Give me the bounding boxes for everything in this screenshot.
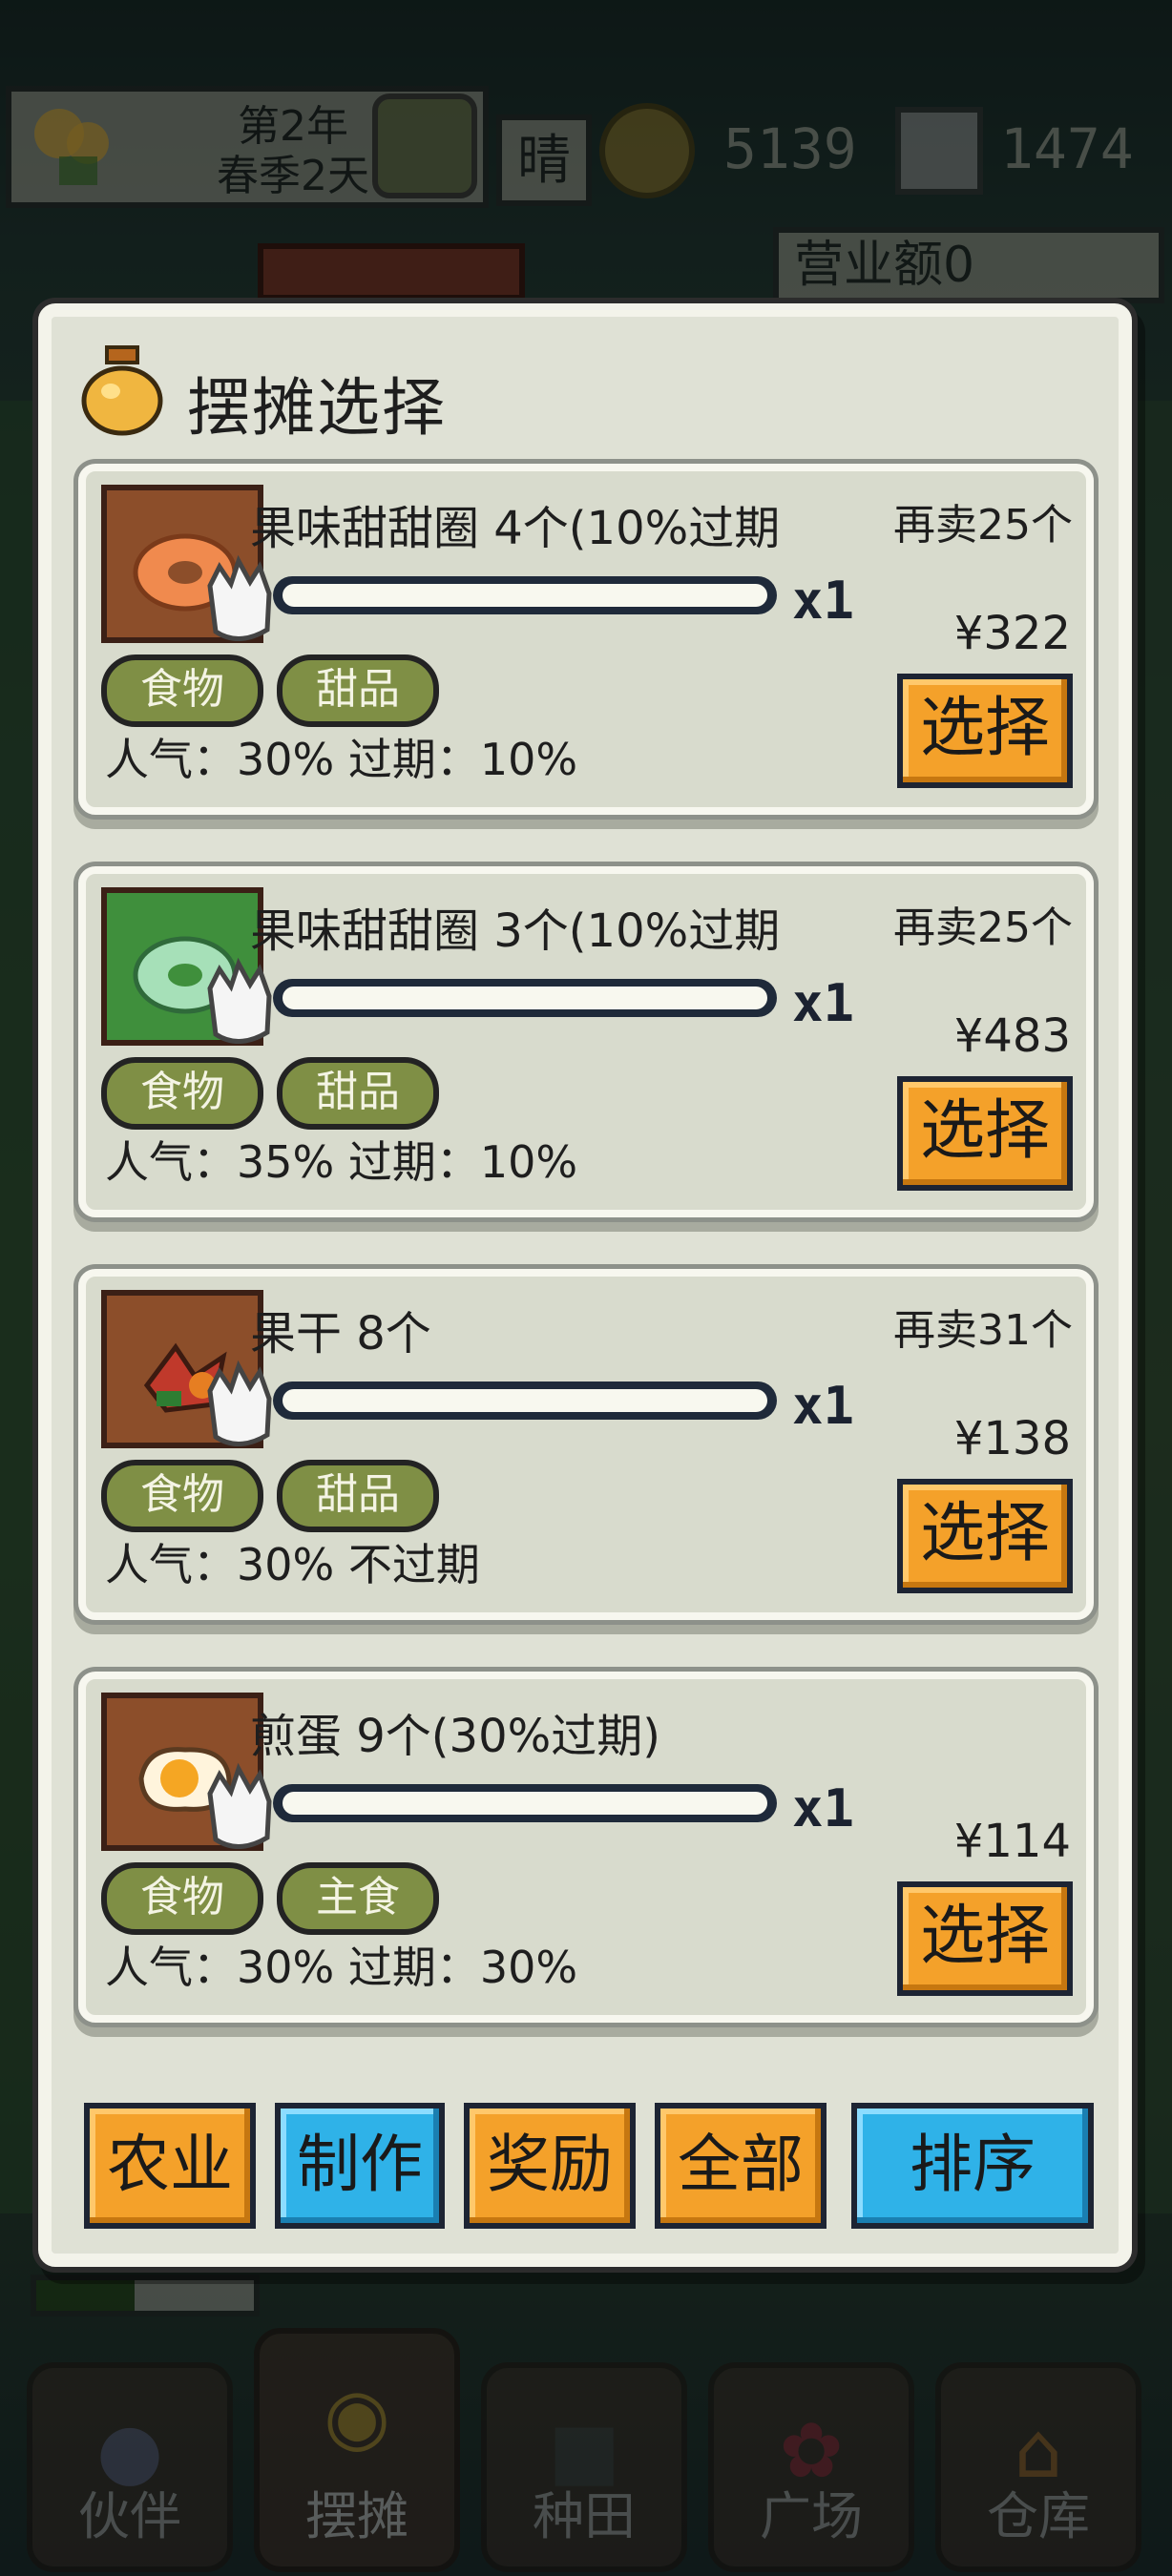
item-stats: 人气：30% 不过期 <box>105 1539 480 1590</box>
tag-food: 食物 <box>101 654 263 727</box>
filter-reward-button[interactable]: 奖励 <box>464 2103 636 2229</box>
pointer-hand-icon <box>207 554 272 641</box>
sort-button[interactable]: 排序 <box>851 2103 1094 2229</box>
resell-count: 再卖25个 <box>893 501 1073 550</box>
item-name: 煎蛋 9个(30%过期) <box>250 1710 660 1763</box>
quantity-slider[interactable] <box>273 576 777 614</box>
tag-dessert: 甜品 <box>277 1460 439 1532</box>
item-card: 果味甜甜圈 3个(10%过期 再卖25个 x1 ¥483 食物 甜品 人气：35… <box>78 866 1094 1217</box>
slider-fill <box>283 987 767 1009</box>
item-name: 果味甜甜圈 3个(10%过期 <box>250 904 781 958</box>
quantity-slider[interactable] <box>273 979 777 1017</box>
money-bag-icon <box>81 345 163 436</box>
item-price: ¥322 <box>953 607 1071 660</box>
filter-agriculture-button[interactable]: 农业 <box>84 2103 256 2229</box>
quantity-multiplier: x1 <box>792 571 855 631</box>
item-name: 果味甜甜圈 4个(10%过期 <box>250 502 781 555</box>
select-button[interactable]: 选择 <box>897 674 1073 788</box>
item-price: ¥138 <box>953 1412 1071 1465</box>
quantity-multiplier: x1 <box>792 1778 855 1839</box>
pointer-hand-icon <box>207 1360 272 1446</box>
resell-count: 再卖25个 <box>893 904 1073 952</box>
select-button[interactable]: 选择 <box>897 1479 1073 1593</box>
item-stats: 人气：30% 过期：10% <box>105 734 578 785</box>
pointer-hand-icon <box>207 957 272 1044</box>
tag-dessert: 甜品 <box>277 1057 439 1130</box>
tag-dessert: 甜品 <box>277 654 439 727</box>
filter-all-button[interactable]: 全部 <box>655 2103 827 2229</box>
item-card: 果味甜甜圈 4个(10%过期 再卖25个 x1 ¥322 食物 甜品 人气：30… <box>78 464 1094 815</box>
pointer-hand-icon <box>207 1762 272 1849</box>
quantity-slider[interactable] <box>273 1784 777 1822</box>
tag-food: 食物 <box>101 1862 263 1935</box>
tag-food: 食物 <box>101 1057 263 1130</box>
filter-crafting-button[interactable]: 制作 <box>275 2103 445 2229</box>
item-price: ¥483 <box>953 1009 1071 1063</box>
quantity-multiplier: x1 <box>792 973 855 1033</box>
select-button[interactable]: 选择 <box>897 1076 1073 1191</box>
item-stats: 人气：30% 过期：30% <box>105 1942 578 1993</box>
item-price: ¥114 <box>953 1815 1071 1868</box>
quantity-slider[interactable] <box>273 1381 777 1420</box>
slider-fill <box>283 1389 767 1412</box>
resell-count: 再卖31个 <box>893 1306 1073 1355</box>
dialog-title: 摆摊选择 <box>187 371 447 445</box>
item-card: 果干 8个 再卖31个 x1 ¥138 食物 甜品 人气：30% 不过期 选择 <box>78 1269 1094 1620</box>
slider-fill <box>283 584 767 607</box>
quantity-multiplier: x1 <box>792 1376 855 1436</box>
item-name: 果干 8个 <box>250 1307 431 1361</box>
item-card: 煎蛋 9个(30%过期) x1 ¥114 食物 主食 人气：30% 过期：30%… <box>78 1672 1094 2023</box>
stall-select-dialog: 摆摊选择 果味甜甜圈 4个(10%过期 再卖25个 x1 ¥322 食物 甜品 … <box>38 303 1132 2267</box>
tag-food: 食物 <box>101 1460 263 1532</box>
slider-fill <box>283 1792 767 1815</box>
select-button[interactable]: 选择 <box>897 1881 1073 1996</box>
tag-staple: 主食 <box>277 1862 439 1935</box>
item-stats: 人气：35% 过期：10% <box>105 1136 578 1188</box>
